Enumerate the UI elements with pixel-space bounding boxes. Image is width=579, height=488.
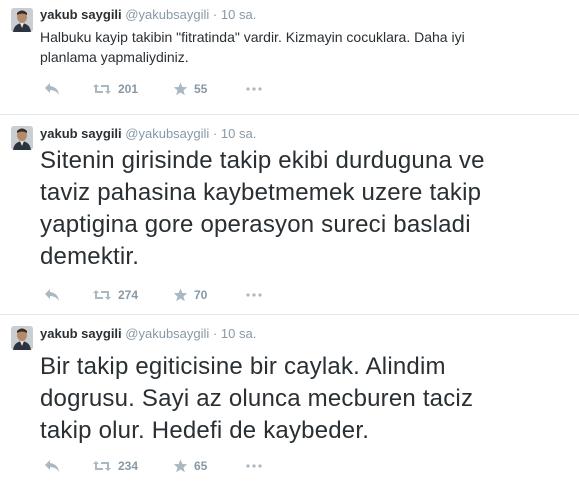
retweet-button[interactable]: 274: [92, 287, 138, 303]
retweet-count: 201: [118, 82, 139, 96]
tweet-actions: 274 70: [40, 287, 300, 303]
more-button[interactable]: [246, 81, 262, 97]
reply-button[interactable]: [44, 458, 60, 474]
retweet-count: 274: [118, 288, 139, 302]
more-button[interactable]: [246, 287, 262, 303]
tweet-actions: 201 55: [40, 81, 300, 97]
more-button[interactable]: [246, 458, 262, 474]
more-icon: [246, 87, 262, 91]
more-icon: [246, 293, 262, 297]
tweet-header: yakub saygili @yakubsaygili · 10 sa.: [40, 126, 256, 142]
tweet: yakub saygili @yakubsaygili · 10 sa. Sit…: [0, 115, 579, 314]
tweet-header: yakub saygili @yakubsaygili · 10 sa.: [40, 7, 256, 23]
screenname[interactable]: @yakubsaygili: [125, 126, 209, 141]
more-icon: [246, 464, 262, 468]
tweet: yakub saygili @yakubsaygili · 10 sa. Bir…: [0, 315, 579, 488]
retweet-icon: [93, 290, 111, 300]
separator-dot: ·: [212, 326, 218, 341]
fullname[interactable]: yakub saygili: [40, 7, 122, 22]
reply-icon: [45, 460, 59, 472]
star-icon: [173, 82, 188, 96]
tweet-text: Sitenin girisinde takip ekibi durduguna …: [40, 147, 485, 270]
separator-dot: ·: [212, 126, 218, 141]
retweet-button[interactable]: 201: [92, 81, 138, 97]
timestamp[interactable]: 10 sa.: [221, 326, 256, 341]
avatar[interactable]: [11, 126, 33, 150]
timestamp[interactable]: 10 sa.: [221, 7, 256, 22]
reply-icon: [45, 83, 59, 95]
tweet-actions: 234 65: [40, 458, 300, 474]
separator-dot: ·: [212, 7, 218, 22]
retweet-icon: [93, 84, 111, 94]
favorite-button[interactable]: 55: [173, 81, 207, 97]
tweet-text: Halbuku kayip takibin "fitratinda" vardi…: [40, 29, 465, 65]
star-icon: [173, 288, 188, 302]
retweet-count: 234: [118, 459, 139, 473]
timestamp[interactable]: 10 sa.: [221, 126, 256, 141]
fullname[interactable]: yakub saygili: [40, 326, 122, 341]
reply-icon: [45, 289, 59, 301]
tweet-header: yakub saygili @yakubsaygili · 10 sa.: [40, 326, 256, 342]
screenname[interactable]: @yakubsaygili: [125, 326, 209, 341]
reply-button[interactable]: [44, 287, 60, 303]
retweet-button[interactable]: 234: [92, 458, 138, 474]
tweet: yakub saygili @yakubsaygili · 10 sa. Hal…: [0, 0, 579, 114]
favorite-button[interactable]: 65: [173, 458, 207, 474]
avatar[interactable]: [11, 326, 33, 350]
favorite-count: 65: [194, 459, 208, 473]
retweet-icon: [93, 461, 111, 471]
fullname[interactable]: yakub saygili: [40, 126, 122, 141]
favorite-count: 55: [194, 82, 208, 96]
avatar[interactable]: [11, 8, 33, 32]
favorite-count: 70: [194, 288, 208, 302]
star-icon: [173, 459, 188, 473]
screenname[interactable]: @yakubsaygili: [125, 7, 209, 22]
tweet-text: Bir takip egiticisine bir caylak. Alindi…: [40, 353, 474, 444]
reply-button[interactable]: [44, 81, 60, 97]
favorite-button[interactable]: 70: [173, 287, 207, 303]
